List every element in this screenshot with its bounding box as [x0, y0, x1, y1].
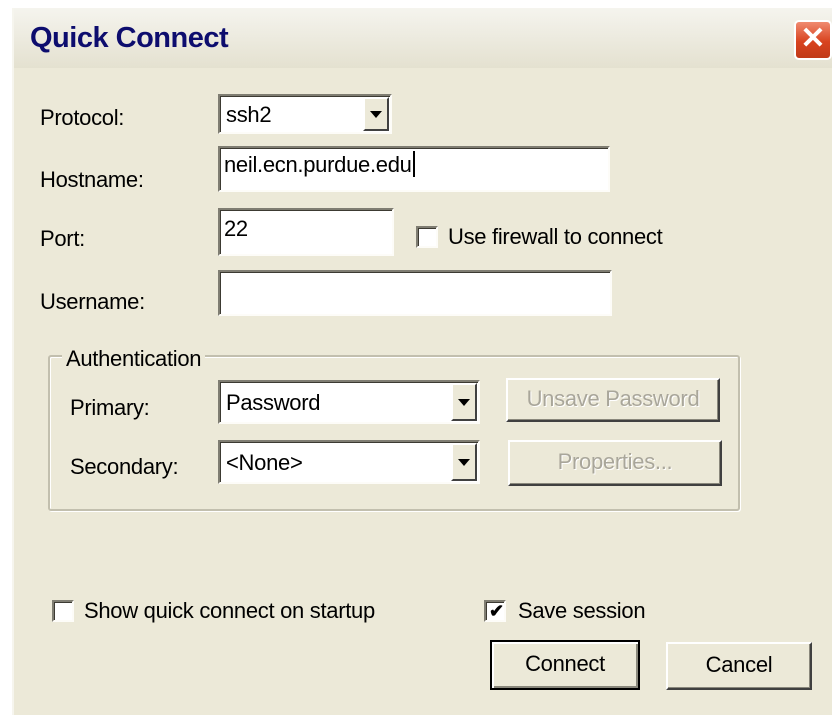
offscreen-fragment: [0, 380, 10, 420]
port-input[interactable]: 22: [218, 208, 394, 256]
title-bar[interactable]: Quick Connect ✕: [14, 8, 832, 68]
cancel-button[interactable]: Cancel: [666, 642, 812, 690]
properties-button[interactable]: Properties...: [508, 440, 722, 486]
connect-button[interactable]: Connect: [490, 640, 640, 690]
close-icon: ✕: [800, 22, 826, 55]
chevron-down-icon: [458, 399, 470, 406]
hostname-value: neil.ecn.purdue.edu: [224, 152, 412, 177]
port-value: 22: [224, 216, 248, 241]
username-label: Username:: [40, 289, 145, 314]
show-on-startup-label[interactable]: Show quick connect on startup: [84, 598, 375, 624]
checkmark-icon: ✔: [489, 601, 505, 621]
hostname-label: Hostname:: [40, 167, 144, 192]
firewall-checkbox[interactable]: [416, 226, 438, 248]
save-session-label[interactable]: Save session: [518, 598, 646, 624]
close-button[interactable]: ✕: [794, 20, 832, 60]
chevron-down-icon: [458, 459, 470, 466]
primary-value: Password: [226, 390, 321, 415]
firewall-label[interactable]: Use firewall to connect: [448, 224, 663, 250]
protocol-select[interactable]: ssh2: [218, 94, 392, 134]
primary-select[interactable]: Password: [218, 380, 480, 424]
port-label: Port:: [40, 226, 85, 251]
protocol-dropdown-button[interactable]: [363, 97, 389, 131]
secondary-label: Secondary:: [70, 454, 179, 479]
protocol-label: Protocol:: [40, 105, 125, 130]
authentication-legend: Authentication: [62, 346, 206, 372]
save-session-checkbox[interactable]: ✔: [484, 600, 506, 622]
secondary-dropdown-button[interactable]: [451, 443, 477, 481]
hostname-input[interactable]: neil.ecn.purdue.edu: [218, 146, 610, 192]
show-on-startup-checkbox[interactable]: [52, 600, 74, 622]
chevron-down-icon: [370, 111, 382, 118]
unsave-password-button[interactable]: Unsave Password: [506, 378, 720, 422]
quick-connect-dialog: Quick Connect ✕ Protocol: ssh2 Hostname:…: [12, 8, 832, 715]
protocol-value: ssh2: [226, 102, 272, 127]
secondary-value: <None>: [226, 450, 303, 475]
dialog-title: Quick Connect: [30, 22, 229, 54]
secondary-select[interactable]: <None>: [218, 440, 480, 484]
text-caret: [412, 151, 415, 177]
primary-dropdown-button[interactable]: [451, 383, 477, 421]
username-input[interactable]: [218, 270, 612, 316]
primary-label: Primary:: [70, 395, 150, 420]
